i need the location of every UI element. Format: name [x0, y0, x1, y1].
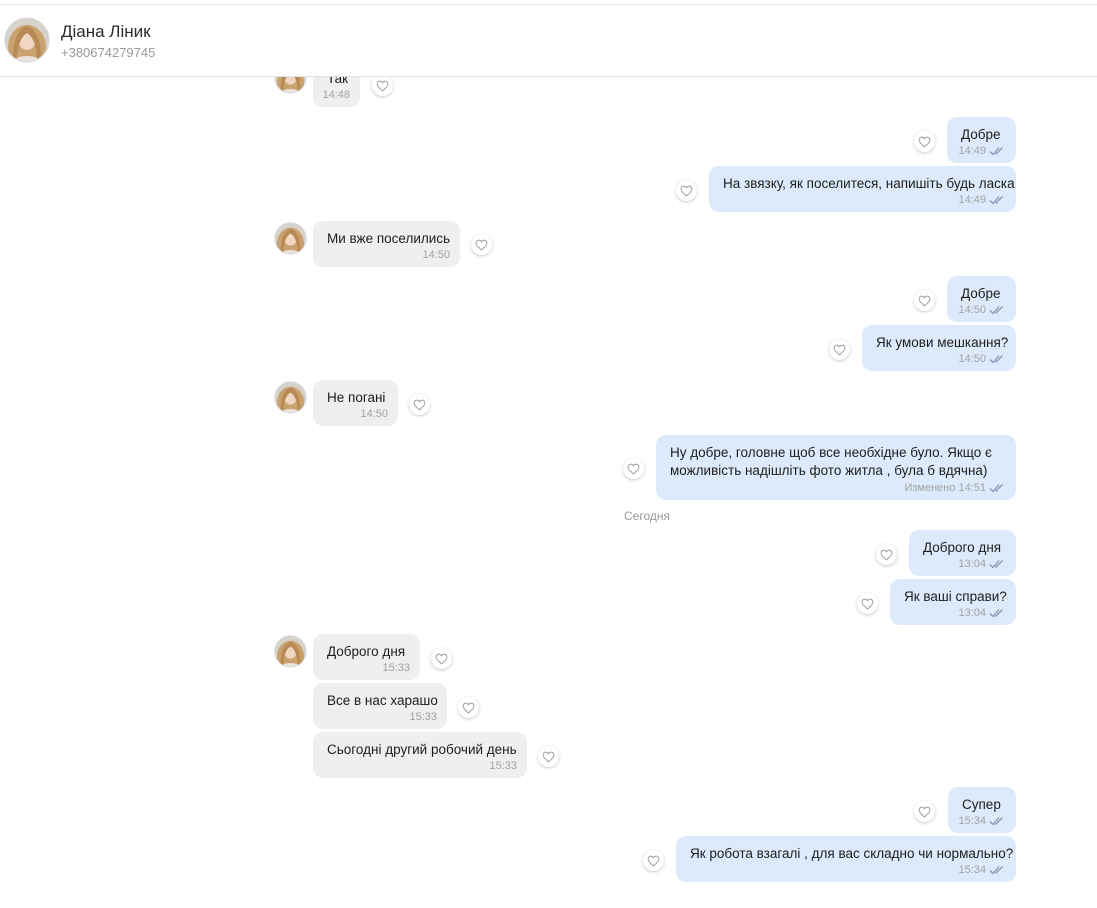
message-text: На звязку, як поселитеся, напишіть будь …	[723, 176, 1015, 191]
message-meta: 13:04	[958, 558, 1006, 570]
message-time: 14:50	[422, 249, 450, 261]
heart-icon[interactable]	[829, 339, 850, 360]
message-meta: 14:50	[958, 304, 1006, 316]
message-bubble-outgoing[interactable]: Як умови мешкання? 14:50	[862, 325, 1016, 371]
sender-avatar	[274, 635, 307, 668]
heart-icon[interactable]	[914, 131, 935, 152]
heart-icon[interactable]	[471, 234, 492, 255]
heart-icon[interactable]	[676, 180, 697, 201]
message-bubble-outgoing[interactable]: Супер 15:34	[948, 787, 1016, 833]
message-time: 15:33	[409, 711, 437, 723]
day-separator: Сегодня	[624, 509, 670, 523]
message-time: 15:34	[958, 815, 986, 827]
message-text: Так	[327, 77, 349, 86]
double-check-icon	[989, 865, 1006, 875]
message-text: Як робота взагалі , для вас складно чи н…	[690, 846, 1014, 861]
message-bubble-outgoing[interactable]: Як робота взагалі , для вас складно чи н…	[676, 836, 1016, 882]
message-bubble-incoming[interactable]: Доброго дня 15:33	[313, 634, 420, 680]
message-text: Добре	[961, 286, 1001, 301]
double-check-icon	[989, 483, 1006, 493]
message-text: Добре	[961, 127, 1001, 142]
message-text: Не погані	[327, 390, 386, 405]
message-meta: 15:33	[382, 662, 410, 674]
message-time: 15:33	[382, 662, 410, 674]
message-meta: 14:49	[958, 194, 1006, 206]
message-time: 15:33	[489, 760, 517, 772]
message-meta: 15:34	[958, 864, 1006, 876]
message-bubble-incoming[interactable]: Ми вже поселились 14:50	[313, 221, 460, 267]
double-check-icon	[989, 195, 1006, 205]
message-meta: 14:50	[422, 249, 450, 261]
message-meta: 14:48	[322, 89, 350, 101]
message-meta: 15:33	[409, 711, 437, 723]
message-bubble-outgoing[interactable]: Добре 14:49	[947, 117, 1016, 163]
message-text: Як ваші справи?	[904, 589, 1007, 604]
message-list[interactable]: Так 14:48 Добре 14:49 На звязку, як посе…	[0, 77, 1097, 908]
edited-label: Изменено	[904, 482, 956, 494]
double-check-icon	[989, 354, 1006, 364]
message-time: 14:50	[360, 408, 388, 420]
heart-icon[interactable]	[857, 593, 878, 614]
message-bubble-outgoing[interactable]: Ну добре, головне щоб все необхідне було…	[656, 435, 1016, 500]
heart-icon[interactable]	[876, 544, 897, 565]
contact-avatar[interactable]	[4, 17, 50, 63]
heart-icon[interactable]	[643, 850, 664, 871]
double-check-icon	[989, 559, 1006, 569]
message-bubble-outgoing[interactable]: Як ваші справи? 13:04	[890, 579, 1016, 625]
heart-icon[interactable]	[372, 77, 393, 96]
message-meta: 14:49	[958, 145, 1006, 157]
message-meta: 15:34	[958, 815, 1006, 827]
message-text: Все в нас харашо	[327, 693, 438, 708]
sender-avatar	[274, 77, 307, 94]
message-text: Як умови мешкання?	[876, 335, 1009, 350]
message-bubble-incoming[interactable]: Не погані 14:50	[313, 380, 398, 426]
double-check-icon	[989, 305, 1006, 315]
chat-header: Діана Лiник +380674279745	[0, 5, 1097, 77]
heart-icon[interactable]	[538, 746, 559, 767]
message-meta: 14:50	[360, 408, 388, 420]
message-text: Ми вже поселились	[327, 231, 451, 246]
contact-phone: +380674279745	[61, 45, 156, 60]
message-bubble-outgoing[interactable]: Доброго дня 13:04	[909, 530, 1016, 576]
heart-icon[interactable]	[431, 648, 452, 669]
sender-avatar	[274, 222, 307, 255]
double-check-icon	[989, 816, 1006, 826]
message-time: 14:51	[958, 482, 986, 494]
message-text: Супер	[962, 797, 1001, 812]
message-text-line-2: можливість надішліть фото житла , була б…	[670, 463, 988, 478]
message-bubble-outgoing[interactable]: На звязку, як поселитеся, напишіть будь …	[709, 166, 1016, 212]
message-meta: 14:50	[958, 353, 1006, 365]
message-bubble-incoming[interactable]: Все в нас харашо 15:33	[313, 683, 447, 729]
message-text: Доброго дня	[923, 540, 1002, 555]
message-time: 13:04	[958, 607, 986, 619]
avatar-image-icon	[4, 17, 50, 63]
message-text-line-1: Ну добре, головне щоб все необхідне було…	[670, 445, 992, 460]
message-text: Сьогодні другий робочий день	[327, 742, 517, 757]
contact-name: Діана Лiник	[61, 22, 151, 41]
message-bubble-incoming[interactable]: Так 14:48	[313, 77, 360, 107]
message-time: 13:04	[958, 558, 986, 570]
message-meta: Изменено 14:51	[904, 482, 1006, 494]
heart-icon[interactable]	[409, 394, 430, 415]
double-check-icon	[989, 146, 1006, 156]
message-time: 14:48	[322, 89, 350, 101]
message-text: Доброго дня	[327, 644, 406, 659]
message-time: 14:49	[958, 194, 986, 206]
heart-icon[interactable]	[914, 801, 935, 822]
heart-icon[interactable]	[623, 458, 644, 479]
sender-avatar	[274, 381, 307, 414]
message-meta: 15:33	[489, 760, 517, 772]
message-time: 14:50	[958, 304, 986, 316]
message-time: 14:50	[958, 353, 986, 365]
double-check-icon	[989, 608, 1006, 618]
message-time: 15:34	[958, 864, 986, 876]
heart-icon[interactable]	[914, 290, 935, 311]
message-time: 14:49	[958, 145, 986, 157]
heart-icon[interactable]	[458, 697, 479, 718]
message-meta: 13:04	[958, 607, 1006, 619]
message-bubble-incoming[interactable]: Сьогодні другий робочий день 15:33	[313, 732, 527, 778]
message-bubble-outgoing[interactable]: Добре 14:50	[947, 276, 1016, 322]
